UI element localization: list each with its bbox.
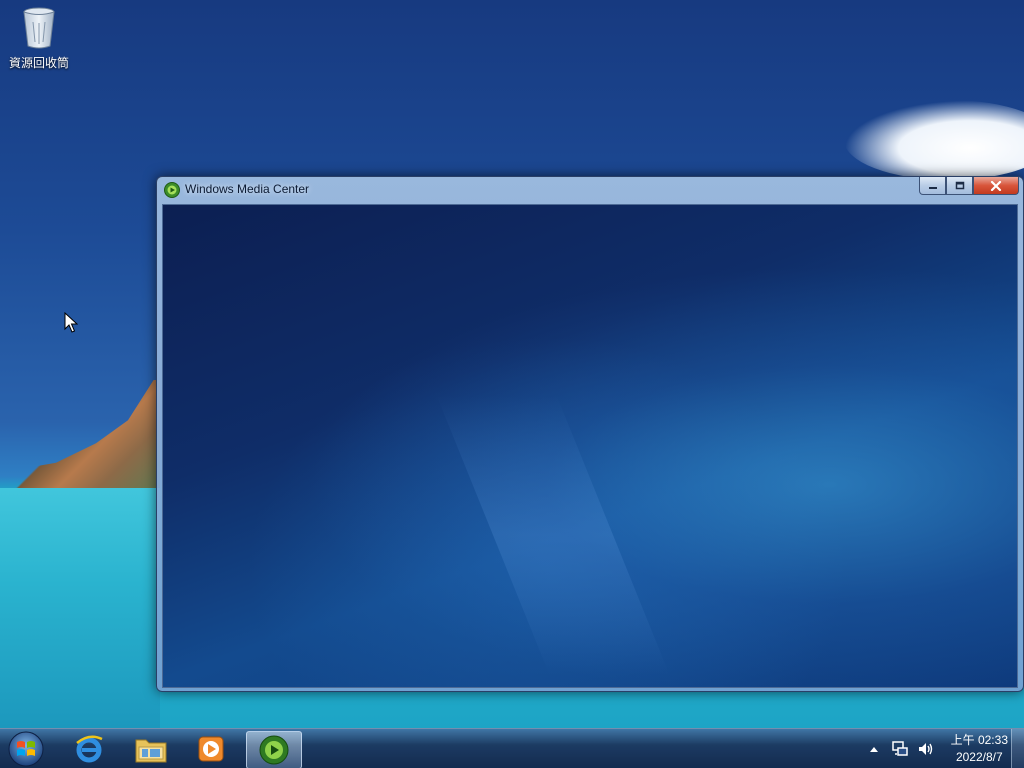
mouse-cursor-icon bbox=[64, 311, 79, 334]
desktop-icon-recycle-bin[interactable]: 資源回收筒 bbox=[4, 6, 74, 76]
desktop: 資源回收筒 Windows Media Center 上午 02:33 2022… bbox=[0, 0, 1024, 768]
clock-date: 2022/8/7 bbox=[955, 750, 1003, 764]
taskbar-button-media-center[interactable] bbox=[246, 731, 302, 768]
show-hidden-icons-icon bbox=[869, 747, 878, 752]
network-icon bbox=[891, 741, 908, 756]
desktop-icon-label: 資源回收筒 bbox=[8, 56, 69, 70]
media-center-window[interactable]: Windows Media Center bbox=[156, 176, 1024, 692]
media-center-content[interactable] bbox=[162, 204, 1018, 688]
taskbar-button-windows-explorer[interactable] bbox=[124, 731, 178, 767]
minimize-button[interactable] bbox=[919, 177, 946, 195]
taskbar: 上午 02:33 2022/8/7 bbox=[0, 728, 1024, 768]
start-button[interactable] bbox=[6, 730, 46, 768]
folder-icon bbox=[135, 739, 167, 763]
wallpaper-cliff bbox=[0, 380, 160, 495]
volume-button[interactable] bbox=[915, 738, 937, 760]
media-center-icon bbox=[259, 735, 289, 765]
close-icon bbox=[990, 180, 1002, 191]
network-status-button[interactable] bbox=[889, 738, 911, 760]
recycle-bin-icon bbox=[21, 6, 57, 50]
media-center-icon bbox=[164, 182, 180, 198]
maximize-icon bbox=[955, 181, 964, 190]
show-desktop-button[interactable] bbox=[1011, 729, 1024, 768]
background-light-beam bbox=[436, 395, 670, 675]
minimize-icon bbox=[928, 186, 937, 189]
notification-area: 上午 02:33 2022/8/7 bbox=[859, 729, 1008, 768]
caption-buttons bbox=[919, 177, 1019, 195]
volume-icon bbox=[918, 743, 932, 755]
wallpaper-sea bbox=[0, 488, 160, 728]
taskbar-button-media-player[interactable] bbox=[184, 731, 238, 767]
wallpaper-cloud bbox=[844, 100, 1024, 180]
internet-explorer-icon bbox=[76, 735, 103, 763]
start-orb-icon bbox=[8, 731, 44, 767]
show-hidden-icons-button[interactable] bbox=[863, 738, 885, 760]
media-player-icon bbox=[198, 736, 224, 762]
window-title: Windows Media Center bbox=[185, 182, 310, 196]
taskbar-button-internet-explorer[interactable] bbox=[62, 731, 116, 767]
clock-time: 上午 02:33 bbox=[950, 733, 1008, 747]
maximize-button[interactable] bbox=[946, 177, 973, 195]
system-clock[interactable]: 上午 02:33 2022/8/7 bbox=[951, 732, 1008, 766]
close-button[interactable] bbox=[973, 177, 1019, 195]
window-titlebar[interactable]: Windows Media Center bbox=[157, 177, 1023, 203]
